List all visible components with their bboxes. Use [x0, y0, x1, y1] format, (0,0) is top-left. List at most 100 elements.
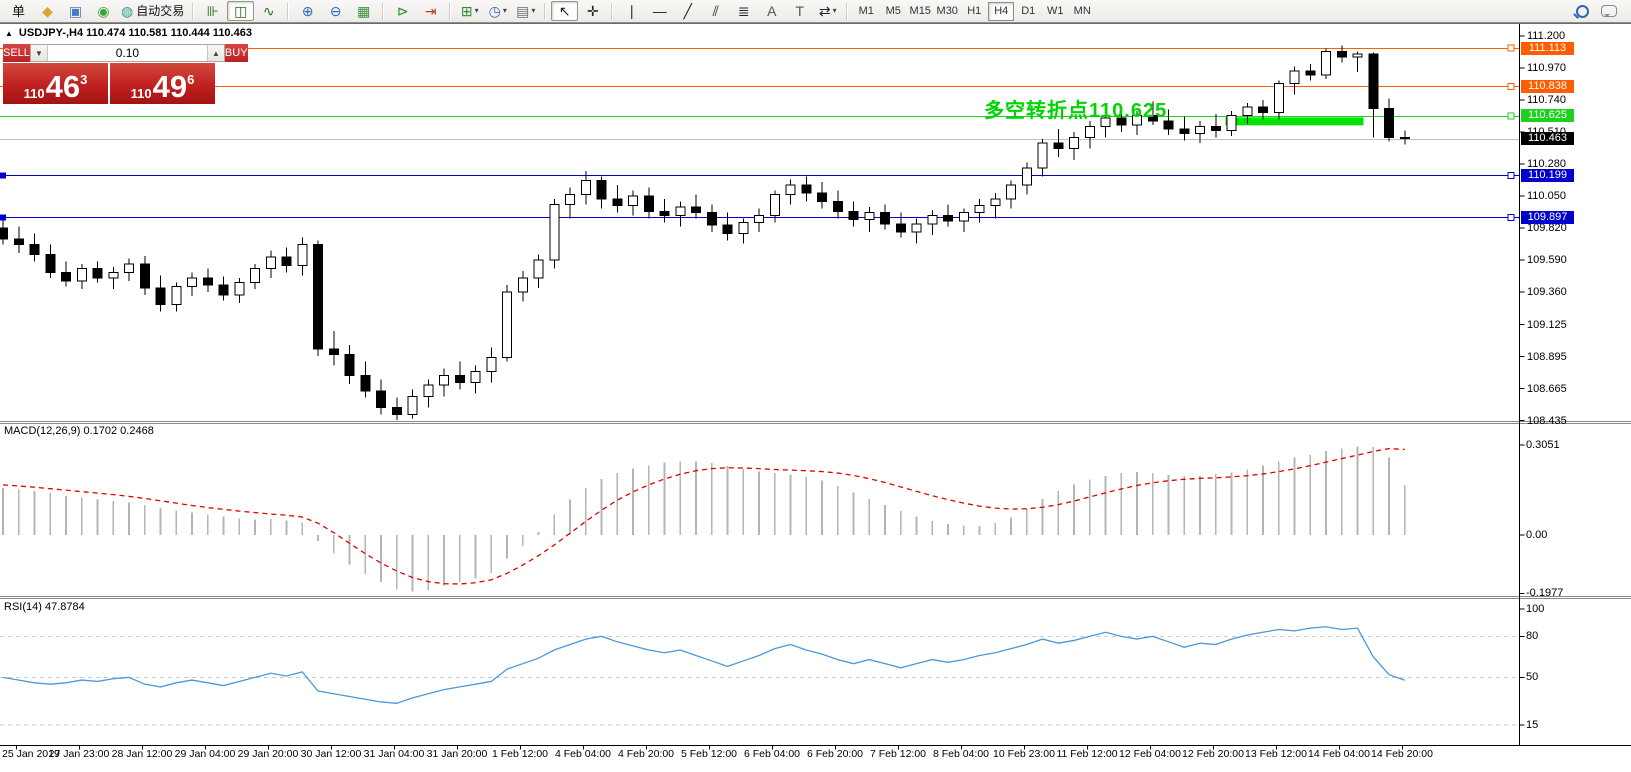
timeframe-button-w1[interactable]: W1 [1042, 2, 1068, 21]
time-axis-label: 12 Feb 20:00 [1182, 748, 1244, 760]
macd-indicator-label: MACD(12,26,9) 0.1702 0.2468 [4, 425, 154, 437]
dropdown-arrow-icon[interactable]: ▾ [503, 7, 507, 15]
trendline-icon[interactable]: ╱ [674, 1, 701, 21]
volume-input[interactable] [48, 45, 207, 61]
horizontal-line-icon[interactable]: — [646, 1, 673, 21]
equidistant-channel-icon[interactable]: ⫽ [702, 1, 729, 21]
text-label-icon: T [795, 4, 804, 18]
buy-price-prefix: 110 [131, 87, 152, 100]
price-axis-label: 109.360 [1527, 286, 1567, 298]
toolbar-separator [846, 3, 848, 20]
candlestick-chart-icon: ◫ [234, 4, 247, 18]
bar-chart-icon[interactable]: ⊪ [199, 1, 226, 21]
volume-decrease-button[interactable]: ▼ [31, 45, 48, 61]
line-chart-icon[interactable]: ∿ [255, 1, 282, 21]
price-axis-label: 110.740 [1527, 94, 1566, 106]
collapse-panel-icon[interactable]: ▲ [5, 29, 13, 38]
zoom-out-icon: ⊖ [330, 4, 342, 18]
timeframe-button-h4[interactable]: H4 [988, 2, 1014, 21]
sell-quote-button[interactable]: 110 46 3 [3, 63, 108, 104]
fibonacci-icon: ≣ [738, 4, 750, 18]
periods-icon[interactable]: ◷▾ [484, 1, 511, 21]
chart-annotation-text[interactable]: 多空转折点110.625 [984, 94, 1167, 123]
timeframe-button-mn[interactable]: MN [1069, 2, 1095, 21]
navigator-icon[interactable]: ◉ [90, 1, 117, 21]
chat-icon[interactable] [1601, 5, 1617, 17]
trading-terminal-window: 单◆▣◉◍自动交易⊪◫∿⊕⊖▦⊳⇥⊞▾◷▾▤▾↖✛∣—╱⫽≣AT⇄▾M1M5M1… [0, 0, 1631, 772]
time-axis-label: 4 Feb 20:00 [618, 748, 674, 760]
time-axis-label: 14 Feb 04:00 [1308, 748, 1370, 760]
zoom-out-icon[interactable]: ⊖ [322, 1, 349, 21]
order-button[interactable]: 单 [4, 1, 33, 21]
symbol-title: ▲ USDJPY-,H4 110.474 110.581 110.444 110… [5, 27, 252, 39]
buy-quote-button[interactable]: 110 49 6 [110, 63, 215, 104]
time-axis-label: 31 Jan 04:00 [364, 748, 425, 760]
timeframe-button-m1[interactable]: M1 [853, 2, 879, 21]
toolbar-items: 单◆▣◉◍自动交易⊪◫∿⊕⊖▦⊳⇥⊞▾◷▾▤▾↖✛∣—╱⫽≣AT⇄▾M1M5M1… [4, 1, 1095, 21]
macd-axis-label: -0.1977 [1526, 587, 1563, 599]
time-axis-label: 8 Feb 04:00 [933, 748, 989, 760]
cursor-icon[interactable]: ↖ [551, 1, 578, 21]
buy-price-big: 49 [153, 75, 187, 100]
new-chart-icon[interactable]: ⊞▾ [456, 1, 483, 21]
new-order-icon: ◆ [42, 4, 53, 18]
autotrading-button[interactable]: ◍自动交易 [118, 1, 187, 21]
search-icon[interactable] [1576, 5, 1589, 18]
volume-increase-button[interactable]: ▲ [207, 45, 224, 61]
price-tag: 110.625 [1521, 109, 1574, 122]
price-axis-label: 111.200 [1527, 30, 1565, 42]
price-axis-label: 108.435 [1527, 415, 1567, 427]
time-axis-label: 29 Jan 04:00 [175, 748, 236, 760]
one-click-trading-panel: SELL ▼ ▲ BUY 110 46 3 110 49 6 [3, 44, 215, 104]
zoom-in-icon[interactable]: ⊕ [294, 1, 321, 21]
time-axis-label: 28 Jan 12:00 [112, 748, 173, 760]
templates-icon: ▤ [516, 4, 529, 18]
price-tag: 110.463 [1521, 132, 1574, 145]
time-axis-label: 12 Feb 04:00 [1119, 748, 1181, 760]
timeframe-button-m15[interactable]: M15 [907, 2, 933, 21]
timeframe-button-m5[interactable]: M5 [880, 2, 906, 21]
new-order-icon[interactable]: ◆ [34, 1, 61, 21]
autotrading-button: ◍ [121, 4, 133, 18]
timeframe-button-d1[interactable]: D1 [1015, 2, 1041, 21]
buy-button[interactable]: BUY [225, 44, 248, 62]
line-chart-icon: ∿ [263, 4, 275, 18]
time-axis-label: 6 Feb 04:00 [744, 748, 800, 760]
tile-windows-icon[interactable]: ▦ [350, 1, 377, 21]
cursor-icon: ↖ [559, 4, 571, 18]
fibonacci-icon[interactable]: ≣ [730, 1, 757, 21]
crosshair-icon[interactable]: ✛ [579, 1, 606, 21]
price-axis-label: 110.970 [1527, 62, 1566, 74]
time-axis-label: 11 Feb 12:00 [1056, 748, 1117, 760]
price-axis-label: 109.125 [1527, 319, 1567, 331]
vertical-line-icon[interactable]: ∣ [618, 1, 645, 21]
autotrading-button-label: 自动交易 [136, 5, 184, 17]
new-chart-icon: ⊞ [461, 4, 473, 18]
price-axis-label: 110.050 [1527, 190, 1566, 202]
tile-windows-icon: ▦ [357, 4, 370, 18]
chart-shift-icon[interactable]: ⇥ [417, 1, 444, 21]
dropdown-arrow-icon[interactable]: ▾ [475, 7, 479, 15]
dropdown-arrow-icon[interactable]: ▾ [531, 7, 535, 15]
timeframe-button-h1[interactable]: H1 [961, 2, 987, 21]
text-icon[interactable]: A [758, 1, 785, 21]
chart-window-icon: ▣ [69, 4, 82, 18]
text-label-icon[interactable]: T [786, 1, 813, 21]
equidistant-channel-icon: ⫽ [713, 4, 719, 18]
trendline-icon: ╱ [684, 4, 692, 18]
price-axis-label: 109.820 [1527, 222, 1567, 234]
rsi-axis-label: 100 [1526, 603, 1544, 615]
candlestick-chart-icon[interactable]: ◫ [227, 1, 254, 21]
templates-icon[interactable]: ▤▾ [512, 1, 539, 21]
toolbar: 单◆▣◉◍自动交易⊪◫∿⊕⊖▦⊳⇥⊞▾◷▾▤▾↖✛∣—╱⫽≣AT⇄▾M1M5M1… [0, 0, 1631, 23]
timeframe-button-m30[interactable]: M30 [934, 2, 960, 21]
dropdown-arrow-icon[interactable]: ▾ [833, 7, 837, 15]
arrows-icon[interactable]: ⇄▾ [814, 1, 841, 21]
navigator-icon: ◉ [97, 4, 109, 18]
time-axis-label: 6 Feb 20:00 [807, 748, 863, 760]
auto-scroll-icon[interactable]: ⊳ [389, 1, 416, 21]
toolbar-separator [544, 3, 546, 20]
sell-button[interactable]: SELL [3, 44, 30, 62]
chart-window-icon[interactable]: ▣ [62, 1, 89, 21]
chart-canvas[interactable] [0, 23, 1631, 772]
